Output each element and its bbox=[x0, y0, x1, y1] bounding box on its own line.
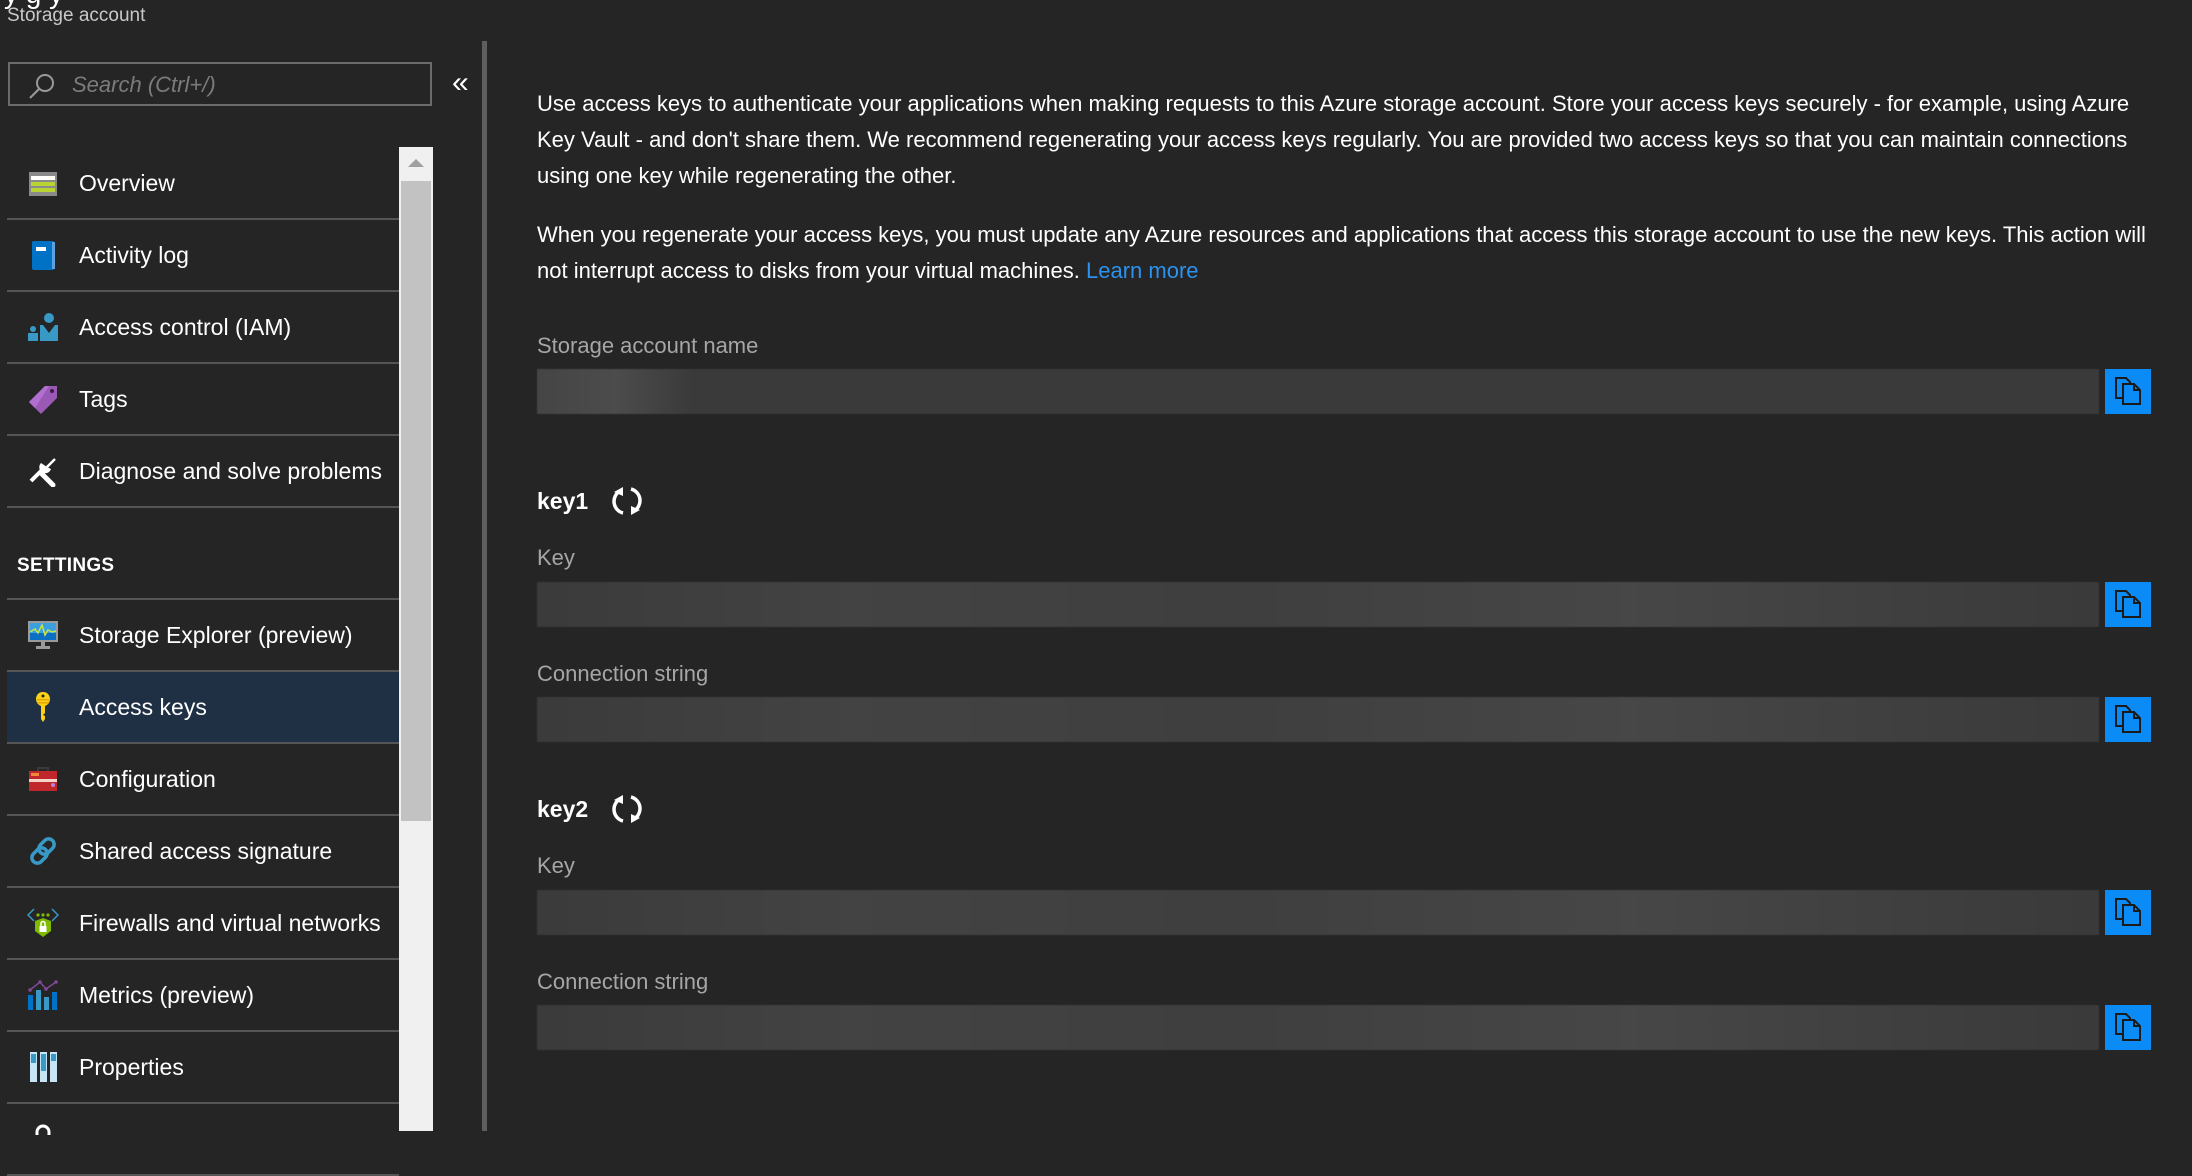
key2-title: key2 bbox=[537, 795, 589, 822]
menu-item-diagnose[interactable]: Diagnose and solve problems bbox=[7, 436, 399, 508]
section-label: SETTINGS bbox=[17, 555, 115, 576]
regenerate-text: When you regenerate your access keys, yo… bbox=[537, 222, 2146, 283]
settings-section-header: SETTINGS bbox=[7, 508, 399, 600]
key1-title: key1 bbox=[537, 487, 589, 514]
storage-explorer-icon bbox=[28, 621, 58, 649]
key1-key-label: Key bbox=[537, 545, 575, 570]
copy-icon bbox=[2115, 590, 2141, 618]
page-subtitle: Storage account bbox=[7, 5, 146, 26]
copy-icon bbox=[2115, 1013, 2141, 1041]
firewall-icon bbox=[27, 908, 59, 937]
menu-item-label: Metrics (preview) bbox=[79, 981, 255, 1008]
menu-item-access-control[interactable]: Access control (IAM) bbox=[7, 292, 399, 364]
iam-icon bbox=[28, 313, 58, 341]
key1-key-field[interactable] bbox=[537, 582, 2099, 627]
menu-item-storage-explorer[interactable]: Storage Explorer (preview) bbox=[7, 600, 399, 672]
storage-account-name-label: Storage account name bbox=[537, 333, 759, 358]
key1-connection-field[interactable] bbox=[537, 697, 2099, 742]
activity-log-icon bbox=[32, 241, 55, 270]
tag-icon bbox=[29, 386, 57, 414]
menu-item-access-keys[interactable]: Access keys bbox=[7, 672, 399, 744]
menu-item-label: Configuration bbox=[79, 765, 216, 792]
menu-item-label: Access control (IAM) bbox=[79, 313, 292, 340]
menu-item-label: Access keys bbox=[79, 693, 207, 720]
menu-item-configuration[interactable]: Configuration bbox=[7, 744, 399, 816]
copy-key1-button[interactable] bbox=[2105, 582, 2151, 627]
menu-item-properties[interactable]: Properties bbox=[7, 1032, 399, 1104]
menu-item-metrics[interactable]: Metrics (preview) bbox=[7, 960, 399, 1032]
search-box[interactable] bbox=[8, 62, 432, 106]
key2-connection-label: Connection string bbox=[537, 969, 709, 994]
menu-item-next-partial[interactable] bbox=[7, 1104, 399, 1176]
properties-icon bbox=[30, 1052, 57, 1082]
menu-item-overview[interactable]: Overview bbox=[7, 148, 399, 220]
lock-icon bbox=[35, 1124, 51, 1135]
key1-heading: key1 bbox=[537, 484, 644, 518]
key2-heading: key2 bbox=[537, 792, 644, 826]
tools-icon bbox=[29, 458, 56, 487]
copy-icon bbox=[2115, 705, 2141, 733]
key-icon bbox=[36, 692, 50, 722]
regenerate-paragraph: When you regenerate your access keys, yo… bbox=[537, 217, 2151, 289]
menu-item-label: Firewalls and virtual networks bbox=[79, 909, 381, 936]
menu-item-shared-access-signature[interactable]: Shared access signature bbox=[7, 816, 399, 888]
menu-item-label: Storage Explorer (preview) bbox=[79, 621, 353, 648]
search-input[interactable] bbox=[70, 64, 424, 106]
menu-item-label: Properties bbox=[79, 1053, 184, 1080]
regenerate-key2-icon[interactable] bbox=[610, 792, 644, 826]
key1-connection-label: Connection string bbox=[537, 661, 709, 686]
scroll-thumb[interactable] bbox=[401, 181, 431, 821]
toolbox-icon bbox=[29, 767, 57, 791]
copy-icon bbox=[2115, 898, 2141, 926]
menu-item-firewalls[interactable]: Firewalls and virtual networks bbox=[7, 888, 399, 960]
storage-account-name-field[interactable] bbox=[537, 369, 2099, 414]
menu-item-activity-log[interactable]: Activity log bbox=[7, 220, 399, 292]
key2-connection-field[interactable] bbox=[537, 1005, 2099, 1050]
link-icon bbox=[30, 837, 56, 865]
regenerate-key1-icon[interactable] bbox=[610, 484, 644, 518]
collapse-menu-button[interactable]: « bbox=[452, 66, 469, 100]
key2-key-field[interactable] bbox=[537, 890, 2099, 935]
menu-item-label: Shared access signature bbox=[79, 837, 333, 864]
menu-item-tags[interactable]: Tags bbox=[7, 364, 399, 436]
copy-storage-account-name-button[interactable] bbox=[2105, 369, 2151, 414]
menu-item-label: Activity log bbox=[79, 241, 189, 268]
search-icon bbox=[29, 74, 54, 99]
menu-item-label: Overview bbox=[79, 169, 175, 196]
scroll-up-arrow[interactable] bbox=[399, 147, 433, 181]
resource-menu: Overview Activity log Access control (IA… bbox=[7, 148, 399, 1176]
learn-more-link[interactable]: Learn more bbox=[1086, 258, 1199, 283]
menu-scrollbar[interactable] bbox=[399, 147, 433, 1131]
key2-key-label: Key bbox=[537, 853, 575, 878]
copy-key2-connection-button[interactable] bbox=[2105, 1005, 2151, 1050]
menu-item-label: Diagnose and solve problems bbox=[79, 457, 383, 484]
menu-item-label: Tags bbox=[79, 385, 128, 412]
metrics-icon bbox=[28, 980, 58, 1010]
copy-key2-button[interactable] bbox=[2105, 890, 2151, 935]
copy-icon bbox=[2115, 377, 2141, 405]
blade-divider[interactable] bbox=[482, 41, 487, 1131]
overview-icon bbox=[29, 172, 57, 196]
copy-key1-connection-button[interactable] bbox=[2105, 697, 2151, 742]
intro-paragraph: Use access keys to authenticate your app… bbox=[537, 91, 2130, 188]
